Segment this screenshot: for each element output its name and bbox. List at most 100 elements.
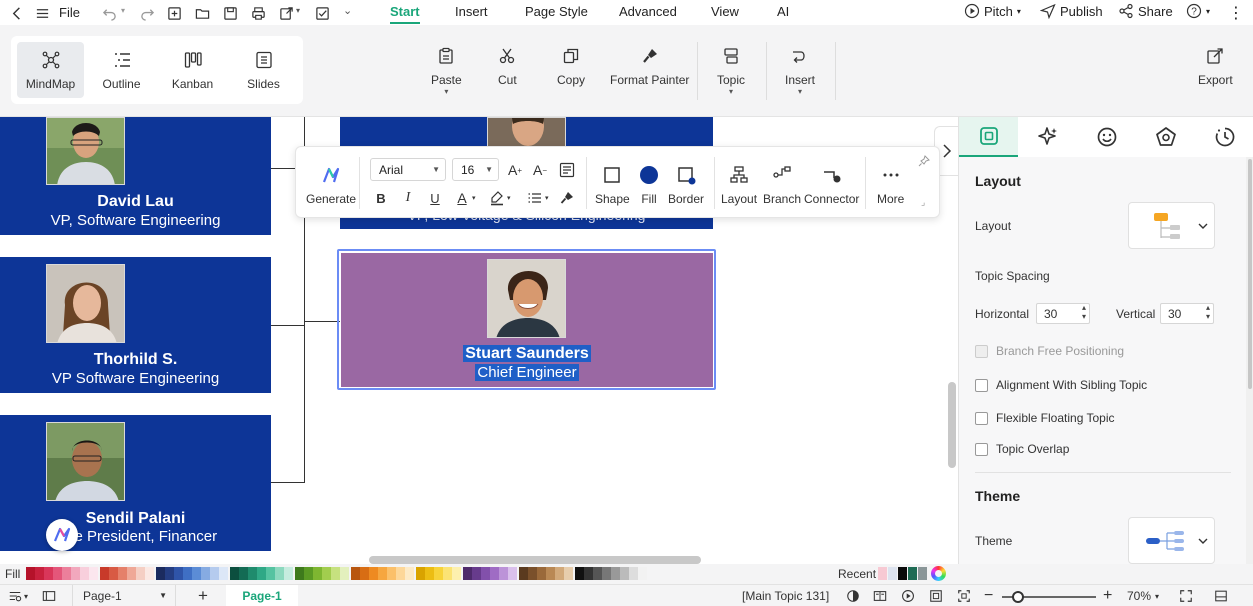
vertical-scrollbar[interactable] [948,382,956,468]
topic-dropdown-icon[interactable]: ▾ [729,88,733,96]
ai-assistant-floating-icon[interactable] [46,519,78,551]
clear-format-icon[interactable] [557,188,577,208]
tab-advanced[interactable]: Advanced [619,4,677,19]
color-swatch[interactable] [44,567,53,580]
paste-button[interactable]: Paste ▾ [431,47,462,96]
color-swatch[interactable] [145,567,154,580]
color-swatch[interactable] [165,567,174,580]
color-swatch[interactable] [387,567,396,580]
color-swatch[interactable] [611,567,620,580]
decrease-font-icon[interactable]: A − [530,160,550,180]
highlight-dropdown-icon[interactable]: ▾ [507,194,511,202]
fit-width-icon[interactable] [957,589,971,603]
theme-select[interactable] [1128,517,1215,564]
color-swatch[interactable] [127,567,136,580]
color-swatch[interactable] [230,567,239,580]
font-family-select[interactable]: Arial ▼ [370,158,446,181]
tab-icons[interactable] [1077,117,1136,157]
fullscreen-icon[interactable] [1179,589,1193,603]
topic-card-thorhild-s[interactable]: Thorhild S. VP Software Engineering [0,257,271,393]
collapse-toolbar-icon[interactable]: ⌟ [921,197,925,208]
tab-history[interactable] [1195,117,1253,157]
color-swatch[interactable] [575,567,584,580]
topic-card-sendil-palani[interactable]: Sendil Palani Vice President, Financer [0,415,271,551]
topic-card-stuart-saunders[interactable]: Stuart Saunders Chief Engineer [341,253,713,387]
tab-ai[interactable]: AI [777,4,789,19]
color-swatch[interactable] [80,567,89,580]
color-swatch[interactable] [629,567,638,580]
color-swatch[interactable] [275,567,284,580]
color-swatch[interactable] [481,567,490,580]
export-dropdown-icon[interactable]: ▾ [296,6,300,15]
exit-panel-icon[interactable] [1214,589,1228,603]
checklist-icon[interactable] [315,2,330,24]
view-kanban-button[interactable]: Kanban [159,42,226,98]
color-swatch[interactable] [472,567,481,580]
generate-button[interactable]: Generate [306,165,356,206]
recent-swatches[interactable] [878,567,927,580]
color-swatch[interactable] [192,567,201,580]
color-swatch[interactable] [620,567,629,580]
add-page-icon[interactable]: + [198,586,208,606]
export-file-icon[interactable] [279,2,294,24]
redo-icon[interactable] [140,2,155,24]
color-swatch[interactable] [396,567,405,580]
color-swatch[interactable] [555,567,564,580]
color-swatch[interactable] [89,567,98,580]
color-swatch[interactable] [443,567,452,580]
color-swatch[interactable] [239,567,248,580]
color-swatch[interactable] [499,567,508,580]
color-swatch[interactable] [100,567,109,580]
bold-icon[interactable]: B [371,188,391,208]
color-swatch[interactable] [638,567,647,580]
recent-swatch[interactable] [898,567,907,580]
color-swatch[interactable] [331,567,340,580]
color-swatch[interactable] [118,567,127,580]
color-swatch[interactable] [304,567,313,580]
zoom-slider-handle[interactable] [1012,591,1024,603]
more-options-icon[interactable]: ⋮ [1228,3,1244,23]
insert-dropdown-icon[interactable]: ▾ [798,88,802,96]
publish-button[interactable]: Publish [1040,3,1103,19]
page-settings-icon[interactable]: ▾ [8,589,28,603]
tab-start[interactable]: Start [390,4,420,24]
view-outline-button[interactable]: Outline [88,42,155,98]
color-swatch[interactable] [313,567,322,580]
recent-swatch[interactable] [918,567,927,580]
horizontal-scrollbar[interactable] [369,556,701,564]
zoom-in-icon[interactable]: + [1103,587,1112,605]
color-swatches[interactable] [26,567,647,580]
more-dropdown-icon[interactable]: ⌄ [343,4,352,17]
color-swatch[interactable] [360,567,369,580]
save-icon[interactable] [223,2,238,24]
topic-overlap-checkbox[interactable]: Topic Overlap [975,442,1069,456]
highlight-icon[interactable] [487,188,507,208]
increase-font-icon[interactable]: A + [505,160,525,180]
color-swatch[interactable] [219,567,228,580]
page-select[interactable]: Page-1 ▼ [72,585,176,606]
italic-icon[interactable]: I [398,188,418,208]
color-swatch[interactable] [295,567,304,580]
pin-icon[interactable] [918,155,930,170]
color-swatch[interactable] [109,567,118,580]
horizontal-spacing-input[interactable]: 30 [1036,303,1090,324]
more-button[interactable]: More [877,165,904,206]
color-swatch[interactable] [340,567,349,580]
print-icon[interactable] [251,2,266,24]
help-button[interactable]: ? ▾ [1186,3,1210,19]
color-swatch[interactable] [248,567,257,580]
tab-page-style[interactable]: Page Style [525,4,588,19]
tab-theme[interactable] [1136,117,1195,157]
undo-icon[interactable] [102,2,117,24]
color-swatch[interactable] [519,567,528,580]
color-swatch[interactable] [136,567,145,580]
play-slideshow-icon[interactable] [901,589,915,603]
focus-mode-icon[interactable] [846,589,860,603]
color-swatch[interactable] [369,567,378,580]
tab-insert[interactable]: Insert [455,4,488,19]
border-button[interactable]: Border [668,165,704,206]
share-button[interactable]: Share [1118,3,1173,19]
format-painter-button[interactable]: Format Painter [610,47,689,87]
color-swatch[interactable] [35,567,44,580]
zoom-out-icon[interactable]: − [984,587,993,605]
